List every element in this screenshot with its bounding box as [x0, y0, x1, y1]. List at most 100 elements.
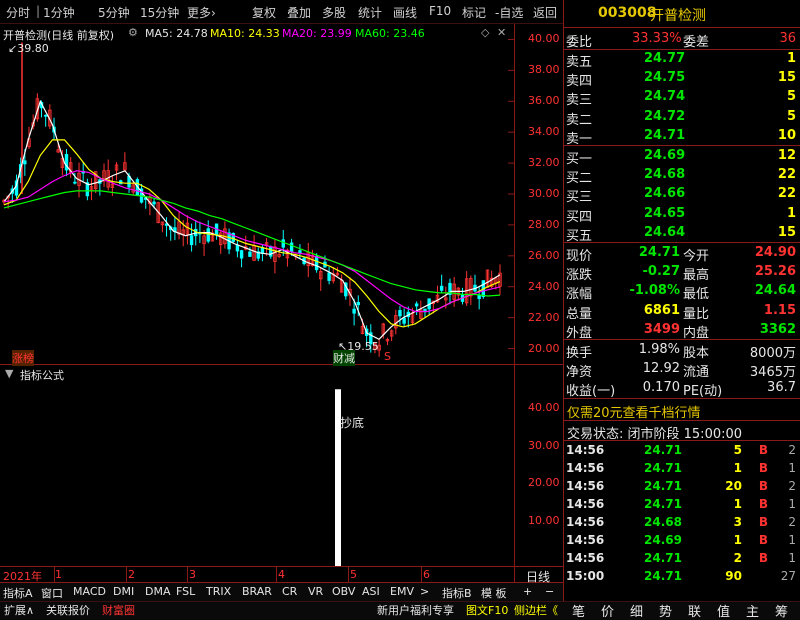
indicator-tab-1[interactable]: 窗口: [41, 585, 63, 601]
ma-line-ma10: [3, 139, 501, 328]
nav-1[interactable]: 价: [601, 601, 614, 620]
wealth-circle-tab[interactable]: 财富圈: [102, 602, 135, 618]
stat-value: 6861: [643, 302, 680, 318]
related-quote-tab[interactable]: 关联报价: [46, 602, 90, 618]
bid-row[interactable]: 买三 24.66 22: [566, 185, 798, 205]
nav-6[interactable]: 主: [746, 601, 759, 620]
toolbar-tab-1min[interactable]: 1分钟: [43, 4, 75, 21]
ask-volume: 15: [777, 70, 796, 86]
indicator-tab-15[interactable]: 模 板: [481, 585, 507, 601]
ask-row[interactable]: 卖二 24.72 5: [566, 108, 798, 128]
tick-row: 14:56 24.71 20 B 2: [566, 479, 796, 493]
toolbar-multi[interactable]: 多股: [322, 4, 346, 21]
stock-code: 003008: [598, 5, 657, 21]
bid-row[interactable]: 买四 24.65 1: [566, 205, 798, 225]
panel-divider: [563, 0, 564, 620]
indicator-tab-12[interactable]: EMV: [390, 585, 414, 601]
indicator-tab-13[interactable]: >: [420, 585, 429, 601]
indicator-tab-2[interactable]: MACD: [73, 585, 106, 601]
stat-value: 24.71: [638, 245, 680, 260]
bid-price: 24.64: [644, 224, 686, 240]
toolbar-tab-15min[interactable]: 15分钟: [140, 4, 179, 21]
candle-body: [152, 201, 156, 205]
toolbar-back[interactable]: 返回: [533, 4, 557, 21]
y-tick-label: 30.00: [528, 187, 560, 200]
indicator-tab-9[interactable]: VR: [308, 585, 323, 601]
toolbar-f10[interactable]: F10: [429, 4, 451, 18]
weibi-row: 委比 33.33% 委差 36: [566, 31, 796, 50]
toolbar-tab-5min[interactable]: 5分钟: [98, 4, 130, 21]
indicator-tab-8[interactable]: CR: [282, 585, 297, 601]
ask-price: 24.74: [644, 89, 686, 105]
x-month-5: 5: [350, 568, 357, 581]
toolbar-mark[interactable]: 标记: [462, 4, 486, 21]
candle-body: [248, 251, 252, 257]
toolbar-adjust[interactable]: 复权: [252, 4, 276, 21]
indicator-tab-16[interactable]: +: [523, 585, 532, 601]
ask-row[interactable]: 卖三 24.74 5: [566, 88, 798, 108]
y-tick-label: 24.00: [528, 279, 560, 293]
stat-value: 3362: [759, 321, 796, 337]
indicator-tab-5[interactable]: FSL: [176, 585, 195, 601]
f10-graphic-tab[interactable]: 图文F10: [466, 602, 508, 618]
candle-body: [235, 244, 240, 252]
bid-volume: 12: [777, 148, 796, 163]
toolbar-stats[interactable]: 统计: [358, 4, 382, 21]
bid-row[interactable]: 买二 24.68 22: [566, 166, 798, 186]
weicha-value: 36: [779, 31, 796, 46]
candlestick-chart[interactable]: [0, 24, 514, 364]
nav-3[interactable]: 势: [659, 601, 672, 620]
indicator-tab-10[interactable]: OBV: [332, 585, 355, 601]
nav-0[interactable]: 笔: [572, 601, 585, 620]
indicator-tab-0[interactable]: 指标A: [3, 585, 33, 601]
bid-row[interactable]: 买一 24.69 12: [566, 147, 798, 167]
fund-row: 换手 1.98% 股本 8000万: [566, 342, 796, 361]
tag-finance-reduce[interactable]: 财减: [333, 350, 355, 366]
toolbar-draw[interactable]: 画线: [393, 4, 417, 21]
sidebar-toggle[interactable]: 侧边栏《: [514, 602, 558, 618]
tick-row: 14:56 24.71 2 B 1: [566, 551, 796, 565]
nav-2[interactable]: 细: [630, 601, 643, 620]
ask-row[interactable]: 卖一 24.71 10: [566, 127, 798, 147]
toolbar-overlay[interactable]: 叠加: [287, 4, 311, 21]
candle-body: [314, 255, 319, 271]
expand-button[interactable]: 扩展∧: [4, 602, 34, 618]
indicator-tab-14[interactable]: 指标B: [442, 585, 472, 601]
ask-row[interactable]: 卖四 24.75 15: [566, 69, 798, 89]
nav-4[interactable]: 联: [688, 601, 701, 620]
new-user-promo[interactable]: 新用户福利专享: [377, 602, 454, 618]
indicator-tab-6[interactable]: TRIX: [206, 585, 231, 601]
stat-row: 涨跌 -0.27 最高 25.26: [566, 264, 796, 284]
indicator-tab-17[interactable]: −: [545, 585, 554, 601]
toolbar-more[interactable]: 更多›: [187, 4, 216, 21]
candle-body: [289, 242, 294, 253]
ask-volume: 1: [786, 51, 796, 66]
toolbar-tab-timeshare[interactable]: 分时: [6, 4, 30, 21]
ask-row[interactable]: 卖五 24.77 1: [566, 50, 798, 70]
indicator-tab-3[interactable]: DMI: [113, 585, 134, 601]
indicator-tab-11[interactable]: ASI: [362, 585, 380, 601]
tag-s[interactable]: S: [384, 350, 391, 363]
indicator-tab-4[interactable]: DMA: [145, 585, 171, 601]
indicator-chart[interactable]: [0, 365, 514, 566]
nav-5[interactable]: 值: [717, 601, 730, 620]
candle-body: [402, 317, 406, 324]
ind-tick-label: 30.00: [528, 438, 560, 452]
candle-body: [298, 250, 302, 254]
indicator-tabs: 指标A 窗口 MACD DMI DMA FSL TRIX BRAR CR VR OBV ASI EMV >…: [0, 583, 563, 601]
bid-row[interactable]: 买五 24.64 15: [566, 224, 798, 244]
nav-7[interactable]: 筹: [775, 601, 788, 620]
y-tick-label: 20.00: [528, 341, 560, 355]
level2-promo[interactable]: 仅需20元查看千档行情: [567, 402, 701, 421]
ind-tick-label: 40.00: [528, 401, 560, 414]
x-month-1: 1: [55, 568, 62, 581]
tag-gainers[interactable]: 涨榜: [12, 350, 34, 366]
fund-value: 36.7: [767, 380, 796, 396]
y-tick-label: 38.00: [528, 63, 560, 77]
candle-body: [439, 285, 444, 291]
bid-price: 24.65: [644, 205, 686, 221]
stat-row: 现价 24.71 今开 24.90: [566, 245, 796, 264]
toolbar-watchlist[interactable]: -自选: [495, 4, 523, 21]
ask-volume: 5: [786, 108, 796, 124]
indicator-tab-7[interactable]: BRAR: [242, 585, 272, 601]
